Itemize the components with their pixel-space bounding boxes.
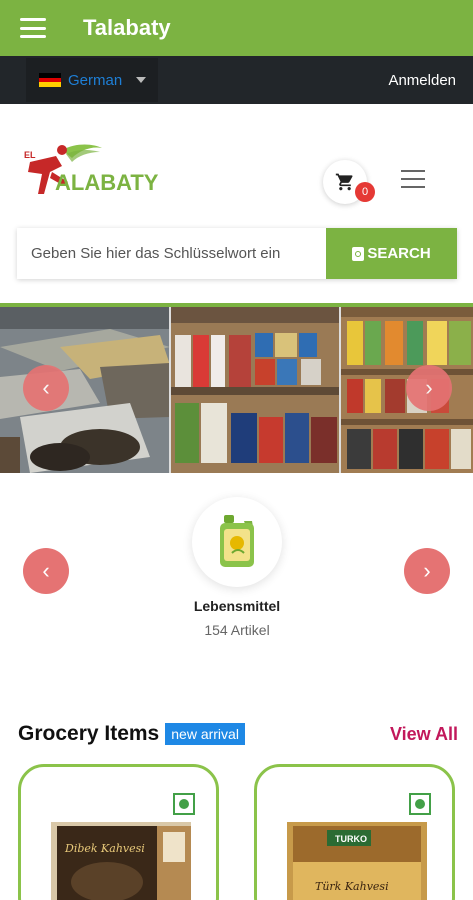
chevron-right-icon: ›: [423, 558, 431, 583]
banner-slider[interactable]: ‹ ›: [0, 307, 473, 473]
product-image: Dibek Kahvesi: [51, 822, 191, 900]
login-link[interactable]: Anmelden: [388, 72, 456, 89]
section-header: Grocery Items new arrival View All: [18, 719, 458, 749]
product-card[interactable]: Dibek Kahvesi: [18, 764, 219, 900]
search-button[interactable]: SEARCH: [326, 228, 457, 279]
veg-mark-icon: [409, 793, 431, 815]
svg-text:EL: EL: [24, 150, 36, 160]
chevron-left-icon: ‹: [42, 375, 50, 400]
search-input[interactable]: [17, 228, 326, 279]
search-button-label: SEARCH: [367, 245, 431, 262]
cart-button[interactable]: 0: [323, 160, 375, 204]
category-lebensmittel[interactable]: [192, 497, 282, 587]
language-label: German: [68, 71, 123, 89]
svg-text:TURKO: TURKO: [335, 834, 367, 844]
chevron-right-icon: ›: [425, 375, 433, 400]
cart-icon: [335, 173, 353, 191]
talabaty-logo[interactable]: EL ALABATY: [22, 142, 177, 198]
dropdown-caret-icon: [136, 77, 147, 83]
banner-prev-button[interactable]: ‹: [23, 365, 69, 411]
new-arrival-badge: new arrival: [165, 723, 245, 745]
svg-text:Dibek Kahvesi: Dibek Kahvesi: [64, 842, 145, 855]
top-bar: German Anmelden: [0, 56, 473, 104]
menu-icon[interactable]: [401, 170, 425, 188]
hamburger-menu-icon[interactable]: [20, 18, 46, 38]
product-image: TURKO Türk Kahvesi: [287, 822, 427, 900]
category-count: 154 Artikel: [204, 622, 270, 638]
product-card[interactable]: TURKO Türk Kahvesi: [254, 764, 455, 900]
search-icon: [352, 246, 365, 261]
site-header: EL ALABATY 0: [0, 104, 473, 224]
app-bar: Talabaty: [0, 0, 473, 56]
cart-count-badge: 0: [355, 182, 375, 202]
logo-text: ALABATY: [55, 170, 159, 195]
german-flag-icon: [39, 73, 61, 88]
banner-next-button[interactable]: ›: [406, 365, 452, 411]
view-all-link[interactable]: View All: [390, 724, 458, 745]
svg-text:Türk Kahvesi: Türk Kahvesi: [315, 880, 389, 893]
app-title: Talabaty: [83, 15, 171, 40]
category-name: Lebensmittel: [193, 598, 281, 614]
search-bar: SEARCH: [17, 228, 457, 279]
section-title: Grocery Items: [18, 722, 160, 745]
veg-mark-icon: [173, 793, 195, 815]
banner-image-cans: [171, 307, 339, 473]
chevron-left-icon: ‹: [42, 558, 50, 583]
category-next-button[interactable]: ›: [404, 548, 450, 594]
category-prev-button[interactable]: ‹: [23, 548, 69, 594]
language-selector[interactable]: German: [26, 58, 158, 102]
oil-can-icon: [220, 515, 254, 567]
